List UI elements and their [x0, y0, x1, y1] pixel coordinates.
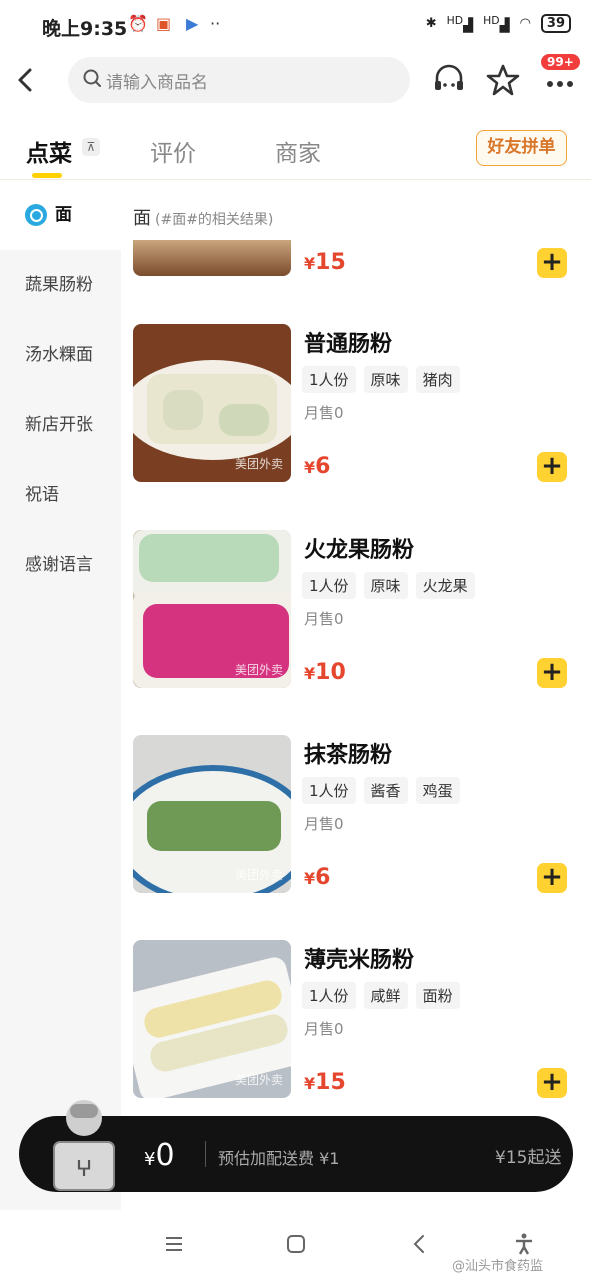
item-tags: 1人份 酱香 鸡蛋 — [302, 777, 460, 804]
item-name: 薄壳米肠粉 — [304, 948, 415, 973]
cart-total: ¥0 — [144, 1138, 175, 1173]
pin-top-icon[interactable]: ⊼ — [82, 138, 100, 156]
item-tag: 猪肉 — [415, 366, 460, 393]
status-time: 晚上9:35 — [42, 18, 128, 40]
sidebar-item-new-store[interactable]: 新店开张 — [0, 390, 121, 460]
back-nav-icon[interactable] — [408, 1232, 432, 1256]
monthly-sales: 月售0 — [304, 815, 344, 833]
item-price: ¥15 — [304, 1070, 346, 1095]
monthly-sales: 月售0 — [304, 1020, 344, 1038]
item-name: 普通肠粉 — [304, 332, 393, 357]
add-to-cart-button[interactable]: + — [537, 863, 567, 893]
item-tags: 1人份 原味 火龙果 — [302, 572, 475, 599]
svg-text:ⵖ: ⵖ — [76, 1157, 93, 1182]
add-to-cart-button[interactable]: + — [537, 452, 567, 482]
watermark: 美团外卖 — [234, 1073, 283, 1087]
sidebar-item-noodles[interactable]: 面 — [0, 180, 121, 250]
product-image[interactable] — [133, 240, 291, 276]
search-result-heading: 面 (#面#的相关结果) — [133, 204, 273, 230]
minimum-order: ¥15起送 — [495, 1148, 562, 1168]
product-image[interactable]: 美团外卖 — [133, 530, 291, 688]
item-price: ¥10 — [304, 660, 346, 685]
product-image[interactable]: 美团外卖 — [133, 940, 291, 1098]
add-to-cart-button[interactable]: + — [537, 248, 567, 278]
item-name: 火龙果肠粉 — [304, 538, 415, 563]
more-dots-icon: ·· — [210, 14, 221, 33]
corner-watermark: @汕头市食药监 — [452, 1259, 544, 1274]
sidebar-item-blessings[interactable]: 祝语 — [0, 460, 121, 530]
signal-icon-2: HD▟ — [483, 14, 510, 34]
app-notification-icon: ▣ — [156, 14, 172, 33]
notification-badge: 99+ — [541, 54, 580, 70]
tab-reviews[interactable]: 评价 — [150, 134, 196, 168]
item-tags: 1人份 原味 猪肉 — [302, 366, 460, 393]
watermark: 美团外卖 — [234, 868, 283, 882]
add-to-cart-button[interactable]: + — [537, 1068, 567, 1098]
search-input[interactable]: 请输入商品名 — [68, 57, 410, 103]
sidebar-item-soup-noodles[interactable]: 汤水粿面 — [0, 320, 121, 390]
friend-group-order-button[interactable]: 好友拼单 — [476, 130, 567, 166]
item-tag: 咸鲜 — [363, 982, 408, 1009]
list-item[interactable]: 美团外卖 薄壳米肠粉 1人份 咸鲜 面粉 月售0 ¥15 + — [121, 940, 591, 1110]
monthly-sales: 月售0 — [304, 404, 344, 422]
item-tag: 1人份 — [302, 572, 356, 599]
item-price: ¥6 — [304, 865, 331, 890]
monthly-sales: 月售0 — [304, 610, 344, 628]
item-tag: 原味 — [363, 572, 408, 599]
favorite-star-icon[interactable] — [485, 62, 521, 98]
item-tag: 1人份 — [302, 982, 356, 1009]
active-tab-indicator — [32, 173, 62, 178]
sidebar-item-label: 面 — [55, 205, 72, 225]
battery-indicator: 39 — [540, 14, 571, 34]
list-item[interactable]: 美团外卖 抹茶肠粉 1人份 酱香 鸡蛋 月售0 ¥6 + — [121, 735, 591, 905]
product-image[interactable]: 美团外卖 — [133, 324, 291, 482]
status-bar: 晚上9:35 ⏰ ▣ ▶ ·· ✱ HD▟ HD▟ ◠ 39 — [0, 0, 591, 50]
item-tag: 面粉 — [415, 982, 460, 1009]
customer-service-icon[interactable] — [431, 62, 467, 98]
item-tag: 酱香 — [363, 777, 408, 804]
menu-icon[interactable] — [162, 1232, 186, 1256]
item-tag: 火龙果 — [415, 572, 475, 599]
result-subtitle: (#面#的相关结果) — [155, 212, 274, 228]
bluetooth-icon: ✱ — [425, 16, 437, 32]
item-name: 抹茶肠粉 — [304, 743, 393, 768]
sidebar-item-thanks[interactable]: 感谢语言 — [0, 530, 121, 600]
alarm-icon: ⏰ — [128, 14, 148, 33]
item-tag: 1人份 — [302, 777, 356, 804]
list-item[interactable]: 美团外卖 普通肠粉 1人份 原味 猪肉 月售0 ¥6 + — [121, 324, 591, 494]
back-button[interactable] — [12, 60, 38, 100]
search-icon — [25, 204, 47, 226]
watermark: 美团外卖 — [234, 457, 283, 471]
tab-merchant[interactable]: 商家 — [275, 134, 321, 168]
item-tags: 1人份 咸鲜 面粉 — [302, 982, 460, 1009]
category-sidebar: 面 蔬果肠粉 汤水粿面 新店开张 祝语 感谢语言 — [0, 180, 121, 1210]
tab-order-food[interactable]: 点菜 — [26, 134, 72, 168]
signal-icon-1: HD▟ — [446, 14, 474, 34]
wifi-icon: ◠ — [519, 16, 531, 32]
item-tag: 1人份 — [302, 366, 356, 393]
search-icon — [83, 69, 101, 87]
tab-bar: 点菜 ⊼ 评价 商家 好友拼单 — [0, 122, 591, 180]
item-tag: 鸡蛋 — [415, 777, 460, 804]
item-tag: 原味 — [363, 366, 408, 393]
delivery-fee: 预估加配送费 ¥1 — [218, 1149, 340, 1168]
sidebar-item-veg-rice-roll[interactable]: 蔬果肠粉 — [0, 250, 121, 320]
home-icon[interactable] — [284, 1232, 308, 1256]
cart-mascot-icon[interactable]: ⵖ — [48, 1096, 120, 1192]
play-icon: ▶ — [186, 14, 199, 33]
list-item[interactable]: 美团外卖 火龙果肠粉 1人份 原味 火龙果 月售0 ¥10 + — [121, 530, 591, 700]
chevron-left-icon — [18, 68, 32, 92]
accessibility-icon[interactable] — [512, 1232, 536, 1256]
item-price: ¥6 — [304, 454, 331, 479]
divider — [205, 1141, 206, 1167]
add-to-cart-button[interactable]: + — [537, 658, 567, 688]
item-price: ¥15 — [304, 250, 346, 275]
watermark: 美团外卖 — [234, 663, 283, 677]
result-keyword: 面 — [133, 208, 151, 229]
product-image[interactable]: 美团外卖 — [133, 735, 291, 893]
search-placeholder: 请输入商品名 — [106, 73, 208, 93]
